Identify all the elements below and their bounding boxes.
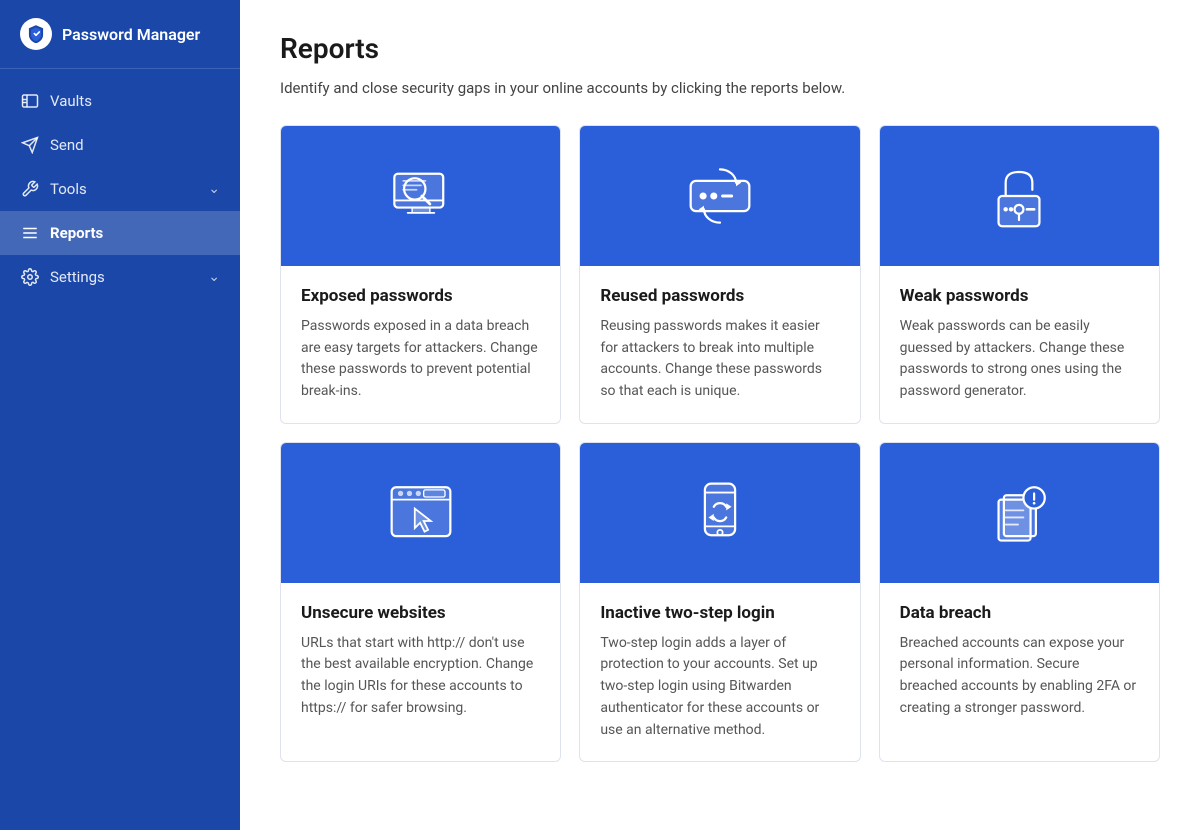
sidebar-item-tools-label: Tools — [50, 180, 87, 198]
sidebar-item-vaults[interactable]: Vaults — [0, 79, 240, 123]
weak-passwords-desc: Weak passwords can be easily guessed by … — [900, 316, 1139, 403]
app-name: Password Manager — [62, 25, 200, 44]
app-logo — [20, 18, 52, 50]
exposed-passwords-card[interactable]: Exposed passwords Passwords exposed in a… — [280, 125, 561, 424]
page-title: Reports — [280, 32, 1160, 65]
data-breach-desc: Breached accounts can expose your person… — [900, 633, 1139, 720]
reused-passwords-desc: Reusing passwords makes it easier for at… — [600, 316, 839, 403]
send-icon — [20, 135, 40, 155]
sidebar-item-settings-label: Settings — [50, 268, 105, 286]
inactive-2fa-desc: Two-step login adds a layer of protectio… — [600, 633, 839, 741]
settings-icon — [20, 267, 40, 287]
weak-passwords-body: Weak passwords Weak passwords can be eas… — [880, 266, 1159, 423]
tools-chevron-icon: ⌄ — [208, 181, 220, 197]
sidebar-header: Password Manager — [0, 0, 240, 69]
unsecure-websites-card[interactable]: Unsecure websites URLs that start with h… — [280, 442, 561, 762]
exposed-passwords-desc: Passwords exposed in a data breach are e… — [301, 316, 540, 403]
sidebar-item-settings[interactable]: Settings ⌄ — [0, 255, 240, 299]
inactive-2fa-title: Inactive two-step login — [600, 603, 839, 623]
weak-passwords-title: Weak passwords — [900, 286, 1139, 306]
data-breach-title: Data breach — [900, 603, 1139, 623]
exposed-passwords-body: Exposed passwords Passwords exposed in a… — [281, 266, 560, 423]
sidebar-item-tools[interactable]: Tools ⌄ — [0, 167, 240, 211]
sidebar-nav: Vaults Send — [0, 69, 240, 830]
sidebar-item-send[interactable]: Send — [0, 123, 240, 167]
main-content: Reports Identify and close security gaps… — [240, 0, 1200, 830]
weak-passwords-image — [880, 126, 1159, 266]
inactive-2fa-image — [580, 443, 859, 583]
page-subtitle: Identify and close security gaps in your… — [280, 79, 1160, 97]
exposed-passwords-image — [281, 126, 560, 266]
sidebar-item-reports[interactable]: Reports — [0, 211, 240, 255]
reused-passwords-body: Reused passwords Reusing passwords makes… — [580, 266, 859, 423]
tools-icon — [20, 179, 40, 199]
reused-passwords-card[interactable]: Reused passwords Reusing passwords makes… — [579, 125, 860, 424]
settings-chevron-icon: ⌄ — [208, 269, 220, 285]
sidebar-item-vaults-label: Vaults — [50, 92, 92, 110]
exposed-passwords-title: Exposed passwords — [301, 286, 540, 306]
sidebar: Password Manager Vaults — [0, 0, 240, 830]
data-breach-body: Data breach Breached accounts can expose… — [880, 583, 1159, 740]
sidebar-item-reports-label: Reports — [50, 224, 103, 242]
data-breach-image — [880, 443, 1159, 583]
unsecure-websites-title: Unsecure websites — [301, 603, 540, 623]
unsecure-websites-desc: URLs that start with http:// don't use t… — [301, 633, 540, 720]
reports-icon — [20, 223, 40, 243]
sidebar-item-send-label: Send — [50, 136, 84, 154]
reused-passwords-image — [580, 126, 859, 266]
inactive-2fa-card[interactable]: Inactive two-step login Two-step login a… — [579, 442, 860, 762]
inactive-2fa-body: Inactive two-step login Two-step login a… — [580, 583, 859, 761]
data-breach-card[interactable]: Data breach Breached accounts can expose… — [879, 442, 1160, 762]
vault-icon — [20, 91, 40, 111]
reports-grid: Exposed passwords Passwords exposed in a… — [280, 125, 1160, 762]
unsecure-websites-image — [281, 443, 560, 583]
reused-passwords-title: Reused passwords — [600, 286, 839, 306]
unsecure-websites-body: Unsecure websites URLs that start with h… — [281, 583, 560, 740]
weak-passwords-card[interactable]: Weak passwords Weak passwords can be eas… — [879, 125, 1160, 424]
